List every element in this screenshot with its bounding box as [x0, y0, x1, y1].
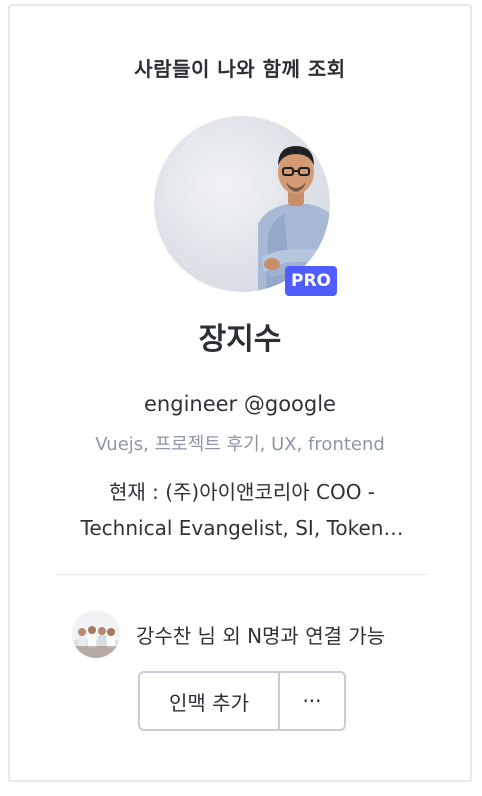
current-position-line-1: 현재 : (주)아이앤코리아 COO -	[108, 480, 376, 504]
profile-current-position: 현재 : (주)아이앤코리아 COO - Technical Evangelis…	[64, 474, 420, 546]
section-divider	[56, 574, 428, 575]
profile-card: 사람들이 나와 함께 조회 PRO 장지수 engineer @google V…	[8, 4, 472, 782]
profile-name[interactable]: 장지수	[10, 314, 470, 358]
profile-tags: Vuejs, 프로젝트 후기, UX, frontend	[95, 434, 385, 455]
card-header-title: 사람들이 나와 함께 조회	[134, 57, 346, 81]
more-options-button[interactable]: ···	[280, 673, 344, 729]
mutual-avatar	[72, 610, 120, 658]
action-button-group: 인맥 추가 ···	[138, 671, 346, 731]
mutual-connections: 강수찬 님 외 N명과 연결 가능	[72, 609, 385, 659]
current-position-line-2: Technical Evangelist, SI, Token…	[80, 516, 404, 540]
group-photo-icon	[72, 610, 120, 658]
profile-headline: engineer @google	[144, 392, 336, 416]
mutual-connections-text: 강수찬 님 외 N명과 연결 가능	[136, 623, 386, 648]
add-connection-button[interactable]: 인맥 추가	[140, 673, 278, 729]
pro-badge: PRO	[285, 266, 337, 296]
profile-avatar-wrap[interactable]: PRO	[154, 116, 337, 296]
